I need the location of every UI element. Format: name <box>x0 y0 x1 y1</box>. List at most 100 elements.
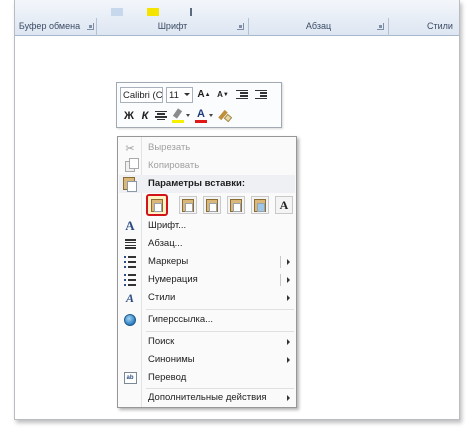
menu-item-hyperlink[interactable]: Гиперссылка... <box>119 311 295 329</box>
increase-indent-button[interactable] <box>253 87 269 103</box>
paste-merge-icon <box>182 198 194 212</box>
font-color-dropdown-arrow[interactable] <box>208 108 214 124</box>
mini-toolbar: Calibri (С 11 A ▲ A ▼ Ж К A <box>116 82 282 128</box>
menu-item-synonyms[interactable]: Синонимы <box>119 351 295 369</box>
menu-item-translate[interactable]: ab Перевод <box>119 369 295 387</box>
bullets-icon <box>123 255 137 269</box>
menu-item-label: Абзац... <box>148 238 183 249</box>
paste-picture-icon <box>254 198 266 212</box>
scissors-icon: ✂ <box>125 142 135 155</box>
font-size-combobox[interactable]: 11 <box>166 86 193 103</box>
paragraph-icon <box>123 237 137 251</box>
highlighter-icon <box>172 107 183 119</box>
paste-keep-formatting-icon <box>151 198 163 212</box>
format-painter-button[interactable] <box>218 108 233 124</box>
menu-item-numbering[interactable]: Нумерация <box>119 271 295 289</box>
menu-item-label: Дополнительные действия <box>148 392 267 403</box>
chevron-right-icon[interactable] <box>287 259 290 265</box>
ribbon-button-partial[interactable] <box>111 8 123 16</box>
paste-text-only-button[interactable]: A <box>275 196 293 214</box>
grow-font-icon: A <box>197 89 205 100</box>
chevron-right-icon <box>287 339 290 345</box>
chevron-right-icon <box>287 395 290 401</box>
chevron-right-icon[interactable] <box>287 277 290 283</box>
text-only-icon: A <box>279 197 289 212</box>
highlight-button[interactable] <box>171 107 185 124</box>
copy-icon <box>123 157 139 173</box>
menu-separator <box>146 309 294 310</box>
paste-icon <box>123 177 137 192</box>
menu-item-label: Вырезать <box>148 142 191 153</box>
highlight-dropdown-arrow[interactable] <box>185 108 191 124</box>
menu-item-font[interactable]: A Шрифт... <box>119 217 295 235</box>
chevron-down-icon <box>184 92 190 96</box>
shrink-font-button[interactable]: A ▼ <box>215 87 231 103</box>
font-color-bar <box>195 119 207 123</box>
paste-as-picture-button[interactable] <box>251 196 269 214</box>
align-center-icon <box>155 110 167 121</box>
menu-item-cut[interactable]: ✂ Вырезать <box>119 139 295 157</box>
highlight-color-swatch[interactable] <box>147 8 159 16</box>
menu-item-copy[interactable]: Копировать <box>119 157 295 175</box>
highlight-color-bar <box>172 119 184 123</box>
paste-link-icon <box>230 198 242 212</box>
mini-toolbar-row-1: Calibri (С 11 A ▲ A ▼ <box>120 85 269 104</box>
paste-merge-formatting-button[interactable] <box>179 196 197 214</box>
paste-use-destination-styles-button[interactable] <box>203 196 221 214</box>
menu-item-label: Гиперссылка... <box>148 314 214 325</box>
paste-options-row: A <box>142 193 293 217</box>
menu-item-label: Маркеры <box>148 256 189 267</box>
mini-toolbar-row-2: Ж К A <box>120 106 233 125</box>
font-color-button[interactable]: A <box>194 108 208 124</box>
translate-icon: ab <box>123 371 137 385</box>
ribbon-group-label: Буфер обмена <box>18 21 81 31</box>
italic-button[interactable]: К <box>138 108 152 124</box>
decrease-indent-icon <box>236 89 248 100</box>
dialog-launcher-icon[interactable] <box>377 23 384 30</box>
menu-item-label: Копировать <box>148 160 200 171</box>
ribbon: Буфер обмена Шрифт Абзац Стили <box>15 0 459 36</box>
dialog-launcher-icon[interactable] <box>87 23 94 30</box>
menu-item-label: Нумерация <box>148 274 198 285</box>
menu-item-label: Стили <box>148 292 176 303</box>
bold-button[interactable]: Ж <box>122 108 136 124</box>
word-window: Буфер обмена Шрифт Абзац Стили Calibri (… <box>14 0 460 420</box>
font-color-icon: A <box>197 107 205 120</box>
ribbon-group-paragraph: Абзац <box>249 18 389 36</box>
submenu-separator <box>280 274 281 286</box>
paste-options-header: Параметры вставки: <box>119 175 295 193</box>
ribbon-group-font: Шрифт <box>97 18 249 36</box>
paste-destination-styles-icon <box>206 198 218 212</box>
paste-link-button[interactable] <box>227 196 245 214</box>
ribbon-group-label: Стили <box>427 21 453 31</box>
ribbon-group-styles: Стили <box>389 18 459 36</box>
decrease-indent-button[interactable] <box>234 87 250 103</box>
menu-item-label: Поиск <box>148 336 175 347</box>
menu-item-paragraph[interactable]: Абзац... <box>119 235 295 253</box>
grow-font-button[interactable]: A ▲ <box>196 87 212 103</box>
font-size-value: 11 <box>169 89 179 101</box>
menu-item-more-actions[interactable]: Дополнительные действия <box>119 389 295 407</box>
numbering-icon <box>123 273 137 287</box>
increase-indent-icon <box>255 89 267 100</box>
ribbon-group-label: Шрифт <box>157 21 188 31</box>
ribbon-divider <box>190 8 192 16</box>
menu-separator <box>146 331 294 332</box>
paste-options-label: Параметры вставки: <box>148 178 246 189</box>
ribbon-group-label: Абзац <box>305 21 332 31</box>
dialog-launcher-icon[interactable] <box>237 23 244 30</box>
paste-keep-source-formatting-button[interactable] <box>146 194 168 216</box>
font-name-combobox[interactable]: Calibri (С <box>120 86 163 103</box>
styles-icon: A <box>125 290 134 305</box>
menu-item-bullets[interactable]: Маркеры <box>119 253 295 271</box>
ribbon-group-clipboard: Буфер обмена <box>15 18 97 36</box>
chevron-right-icon <box>287 295 290 301</box>
menu-item-label: Шрифт... <box>148 220 187 231</box>
menu-item-search[interactable]: Поиск <box>119 333 295 351</box>
menu-item-label: Перевод <box>148 372 187 383</box>
font-icon: A <box>125 218 135 233</box>
align-center-button[interactable] <box>154 108 168 124</box>
hyperlink-globe-icon <box>123 313 137 327</box>
menu-item-styles[interactable]: A Стили <box>119 289 295 307</box>
chevron-right-icon <box>287 357 290 363</box>
